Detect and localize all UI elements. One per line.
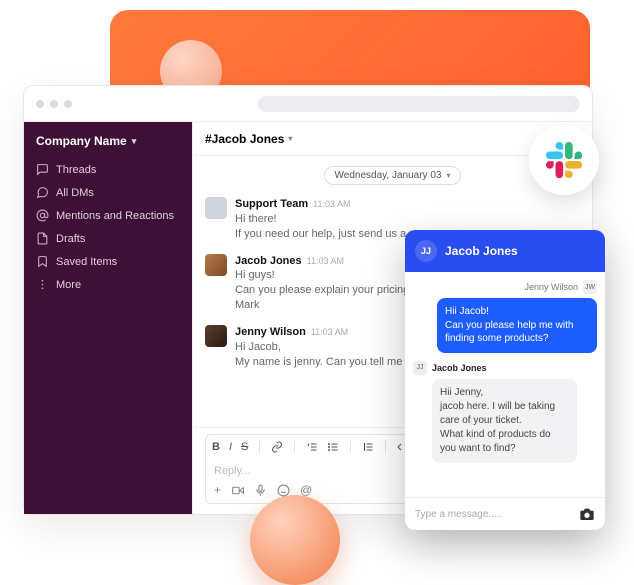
message-line: Hi there! — [235, 213, 277, 225]
italic-icon[interactable]: I — [229, 441, 232, 453]
sidebar-item-saved[interactable]: Saved Items — [34, 250, 182, 273]
incoming-bubble: Hii Jenny, jacob here. I will be taking … — [432, 379, 577, 463]
chat-widget-header: JJ Jacob Jones — [405, 230, 605, 272]
avatar: JW — [583, 280, 597, 294]
message-author: Jenny Wilson — [235, 326, 306, 338]
message-line: Mark — [235, 299, 259, 311]
date-divider[interactable]: Wednesday, January 03 ▾ — [324, 166, 462, 185]
window-dot — [36, 100, 44, 108]
sidebar-item-label: Mentions and Reactions — [56, 210, 174, 222]
link-icon[interactable] — [271, 441, 283, 453]
window-dot — [64, 100, 72, 108]
sidebar-item-mentions[interactable]: Mentions and Reactions — [34, 204, 182, 227]
chat-widget-footer: Type a message..... — [405, 497, 605, 530]
message-author: Jacob Jones — [235, 255, 302, 267]
plus-icon[interactable]: + — [214, 483, 221, 497]
message-time: 11:03 AM — [307, 256, 344, 266]
chevron-down-icon: ▾ — [446, 171, 450, 180]
chat-line: What kind of products do you want to fin… — [440, 429, 551, 454]
reply-placeholder: Reply... — [214, 465, 250, 477]
sidebar-item-label: More — [56, 279, 81, 291]
avatar — [205, 254, 227, 276]
chat-widget-body: Jenny Wilson JW Hii Jacob! Can you pleas… — [405, 272, 605, 497]
bullet-list-icon[interactable] — [327, 441, 339, 453]
strike-icon[interactable]: S — [241, 441, 248, 453]
bookmark-icon — [36, 255, 49, 268]
chat-widget-title: Jacob Jones — [445, 244, 518, 258]
slack-icon — [546, 142, 582, 178]
window-dot — [50, 100, 58, 108]
bold-icon[interactable]: B — [212, 441, 220, 453]
workspace-name: Company Name — [36, 134, 127, 148]
message-time: 11:03 AM — [311, 327, 348, 337]
chat-line: Can you please help me with finding some… — [445, 320, 573, 345]
url-bar[interactable] — [258, 96, 580, 112]
chat-line: Hii Jacob! — [445, 306, 489, 317]
recipient-name: Jacob Jones — [432, 363, 487, 373]
chat-line: jacob here. I will be taking care of you… — [440, 401, 555, 426]
chevron-down-icon: ▾ — [132, 136, 137, 147]
chat-input[interactable]: Type a message..... — [415, 509, 573, 520]
sender-row: Jenny Wilson JW — [413, 280, 597, 294]
video-icon[interactable] — [231, 483, 244, 497]
avatar: JJ — [413, 361, 427, 375]
sender-name: Jenny Wilson — [524, 282, 578, 292]
sidebar-item-drafts[interactable]: Drafts — [34, 227, 182, 250]
chat-widget: JJ Jacob Jones Jenny Wilson JW Hii Jacob… — [405, 230, 605, 530]
sidebar-item-label: All DMs — [56, 187, 94, 199]
sidebar: Company Name ▾ Threads All DMs Mentions … — [24, 122, 192, 514]
camera-icon[interactable] — [579, 506, 595, 522]
message-line: Hi guys! — [235, 269, 275, 281]
mentions-icon — [36, 209, 49, 222]
slack-logo-badge — [529, 125, 599, 195]
sidebar-item-more[interactable]: More — [34, 273, 182, 296]
sidebar-item-label: Drafts — [56, 233, 85, 245]
message-time: 11:03 AM — [313, 199, 350, 209]
threads-icon — [36, 163, 49, 176]
sidebar-item-dms[interactable]: All DMs — [34, 181, 182, 204]
sidebar-item-label: Saved Items — [56, 256, 117, 268]
more-icon — [36, 278, 49, 291]
decorative-blob — [250, 495, 340, 585]
avatar — [205, 197, 227, 219]
sidebar-item-threads[interactable]: Threads — [34, 158, 182, 181]
channel-name-button[interactable]: #Jacob Jones ▾ — [205, 132, 292, 146]
avatar: JJ — [415, 240, 437, 262]
dms-icon — [36, 186, 49, 199]
ordered-list-icon[interactable] — [306, 441, 318, 453]
message-line: Hi Jacob, — [235, 341, 281, 353]
browser-chrome — [24, 86, 592, 122]
chat-line: Hii Jenny, — [440, 387, 483, 398]
drafts-icon — [36, 232, 49, 245]
recipient-row: JJ Jacob Jones — [413, 361, 597, 375]
blockquote-icon[interactable] — [362, 441, 374, 453]
channel-name: #Jacob Jones — [205, 132, 284, 146]
chevron-down-icon: ▾ — [288, 134, 292, 143]
mic-icon[interactable] — [254, 483, 267, 497]
sidebar-item-label: Threads — [56, 164, 96, 176]
date-label: Wednesday, January 03 — [335, 170, 442, 181]
outgoing-bubble: Hii Jacob! Can you please help me with f… — [437, 298, 597, 353]
message-author: Support Team — [235, 198, 308, 210]
workspace-switcher[interactable]: Company Name ▾ — [34, 134, 182, 148]
avatar — [205, 325, 227, 347]
